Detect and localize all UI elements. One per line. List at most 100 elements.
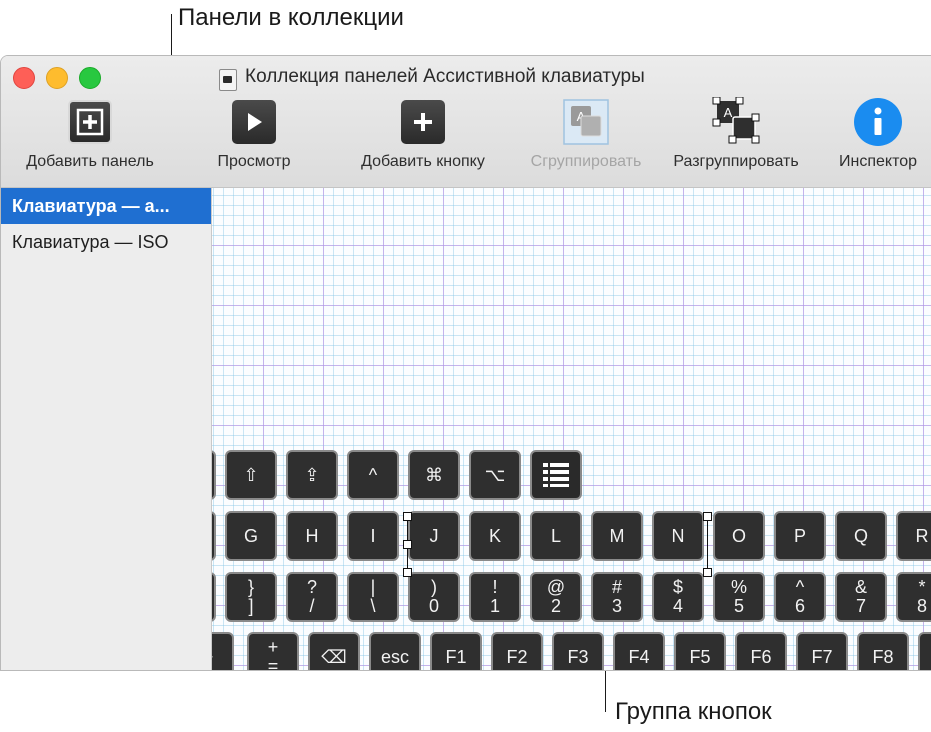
key-main-label: = [267,656,279,671]
key-label: G [243,526,258,546]
key-function-7[interactable]: F4 [613,632,665,670]
selection-handle-top-right[interactable] [703,512,712,521]
key-digit-4[interactable]: ) 0 [408,572,460,622]
key-modifier-4[interactable]: ⌘ [408,450,460,500]
panel-editor-canvas[interactable]: ⇧ ⇪ ^ ⌘ ⌥ G H I J K L M N O P Q R}]? / | \) 0! 1 @2 #3 $4% 5 ^ 6 & 7 *… [212,188,931,670]
close-window-button[interactable] [13,67,35,89]
app-window: Коллекция панелей Ассистивной клавиатуры… [0,55,931,671]
key-letter-2[interactable]: H [286,511,338,561]
key-function-12[interactable] [918,632,931,670]
panel-item-keyboard-iso[interactable]: Клавиатура — ISO [1,224,211,260]
key-shift-label: % [730,577,747,597]
key-shift-label: ^ [795,577,805,597]
key-digit-1[interactable]: }] [225,572,277,622]
zoom-window-button[interactable] [79,67,101,89]
key-label: ⇪ [304,465,320,485]
selection-handle-bottom-left[interactable] [403,568,412,577]
key-digit-11[interactable]: & 7 [835,572,887,622]
key-letter-11[interactable]: Q [835,511,887,561]
preview-button[interactable]: Просмотр [204,100,304,171]
add-panel-label: Добавить панель [26,153,154,170]
key-letter-3[interactable]: I [347,511,399,561]
key-digit-12[interactable]: * 8 [896,572,931,622]
key-digit-10[interactable]: ^ 6 [774,572,826,622]
key-main-label: 0 [428,596,439,616]
key-digit-2[interactable]: ? / [286,572,338,622]
key-function-11[interactable]: F8 [857,632,909,670]
key-label: F8 [872,647,894,667]
key-function-1[interactable]: + = [247,632,299,670]
key-shift-label: } [247,577,254,597]
key-letter-1[interactable]: G [225,511,277,561]
key-main-label: 4 [672,596,683,616]
key-shift-label: @ [546,577,566,597]
key-digit-3[interactable]: | \ [347,572,399,622]
key-main-label: / [309,596,315,616]
key-shift-label: ? [306,577,317,597]
key-function-4[interactable]: F1 [430,632,482,670]
key-letter-8[interactable]: N [652,511,704,561]
key-modifier-3[interactable]: ^ [347,450,399,500]
key-label: K [488,526,501,546]
key-label: P [793,526,806,546]
key-label: ⇧ [243,465,259,485]
key-modifier-1[interactable]: ⇧ [225,450,277,500]
key-label: F6 [750,647,772,667]
key-main-label: \ [370,596,376,616]
key-label: I [370,526,376,546]
key-letter-4[interactable]: J [408,511,460,561]
key-modifier-0[interactable] [212,450,216,500]
selection-handle-top-left[interactable] [403,512,412,521]
add-button-button[interactable]: Добавить кнопку [347,100,499,171]
svg-text:A: A [724,105,733,120]
key-letter-9[interactable]: O [713,511,765,561]
add-button-label: Добавить кнопку [361,153,485,170]
key-digit-0[interactable] [212,572,216,622]
key-function-2[interactable]: ⌫ [308,632,360,670]
key-function-3[interactable]: esc [369,632,421,670]
key-modifier-5[interactable]: ⌥ [469,450,521,500]
key-label: R [915,526,929,546]
selection-handle-middle-left[interactable] [403,540,412,549]
titlebar-toolbar: Коллекция панелей Ассистивной клавиатуры… [1,56,931,188]
key-list-icon[interactable] [530,450,582,500]
key-label: H [305,526,319,546]
key-shift-label: ! [492,577,498,597]
key-letter-0[interactable] [212,511,216,561]
key-label: F7 [811,647,833,667]
play-icon [232,100,276,144]
key-label: Q [853,526,868,546]
key-digit-7[interactable]: #3 [591,572,643,622]
key-function-0[interactable]: ~ [212,632,234,670]
key-letter-5[interactable]: K [469,511,521,561]
key-label: M [609,526,625,546]
key-function-9[interactable]: F6 [735,632,787,670]
key-label: O [731,526,746,546]
minimize-window-button[interactable] [46,67,68,89]
key-digit-8[interactable]: $4 [652,572,704,622]
inspector-button[interactable]: Инспектор [827,98,929,171]
group-button[interactable]: A Сгруппировать [516,99,656,171]
key-function-10[interactable]: F7 [796,632,848,670]
key-letter-12[interactable]: R [896,511,931,561]
key-label: ~ [212,647,213,667]
key-digit-9[interactable]: % 5 [713,572,765,622]
key-function-6[interactable]: F3 [552,632,604,670]
ungroup-button[interactable]: A Разгруппировать [661,97,811,171]
key-modifier-2[interactable]: ⇪ [286,450,338,500]
panel-item-keyboard-a[interactable]: Клавиатура — а... [1,188,211,224]
window-title: Коллекция панелей Ассистивной клавиатуры [245,66,645,87]
key-function-5[interactable]: F2 [491,632,543,670]
key-label: F3 [567,647,589,667]
key-letter-10[interactable]: P [774,511,826,561]
key-digit-6[interactable]: @2 [530,572,582,622]
key-shift-label: $ [672,577,683,597]
key-function-8[interactable]: F5 [674,632,726,670]
ungroup-icon: A [712,97,760,144]
selection-handle-bottom-right[interactable] [703,568,712,577]
plus-icon [401,100,445,144]
add-panel-button[interactable]: Добавить панель [11,100,169,171]
key-digit-5[interactable]: ! 1 [469,572,521,622]
key-letter-7[interactable]: M [591,511,643,561]
key-letter-6[interactable]: L [530,511,582,561]
